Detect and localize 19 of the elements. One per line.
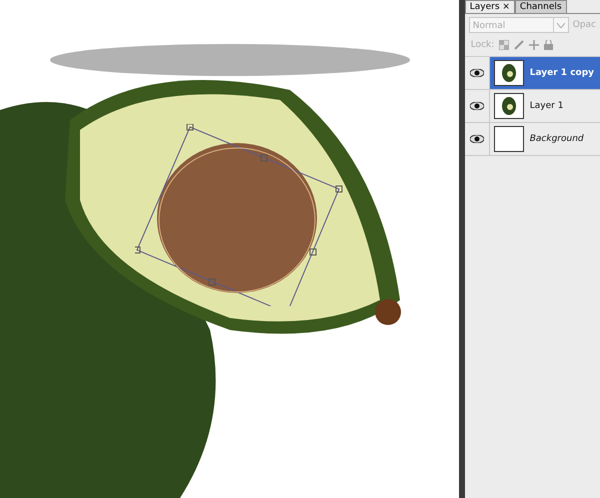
layer-thumbnail [494,126,524,152]
lock-label: Lock: [470,40,494,50]
eye-icon[interactable] [470,102,484,110]
layer-name: Background [530,134,584,144]
checker-icon[interactable] [499,40,510,50]
avocado-icon [500,63,517,83]
avocado-icon [500,96,517,116]
eye-icon[interactable] [470,69,484,77]
caret-icon [556,22,565,28]
opacity-label: Opac [572,20,596,30]
eye-icon[interactable] [470,135,484,143]
panel-tab[interactable]: Channels [514,0,567,13]
layer-row[interactable]: Background [464,123,600,156]
layer-row[interactable]: Layer 1 copy [464,57,600,90]
panel-tab[interactable]: Layers × [464,0,515,13]
layer-name: Layer 1 copy [530,68,594,78]
transform-handles[interactable] [135,124,345,306]
layer-row[interactable]: Layer 1 [464,90,600,123]
layer-name: Layer 1 [530,101,564,111]
